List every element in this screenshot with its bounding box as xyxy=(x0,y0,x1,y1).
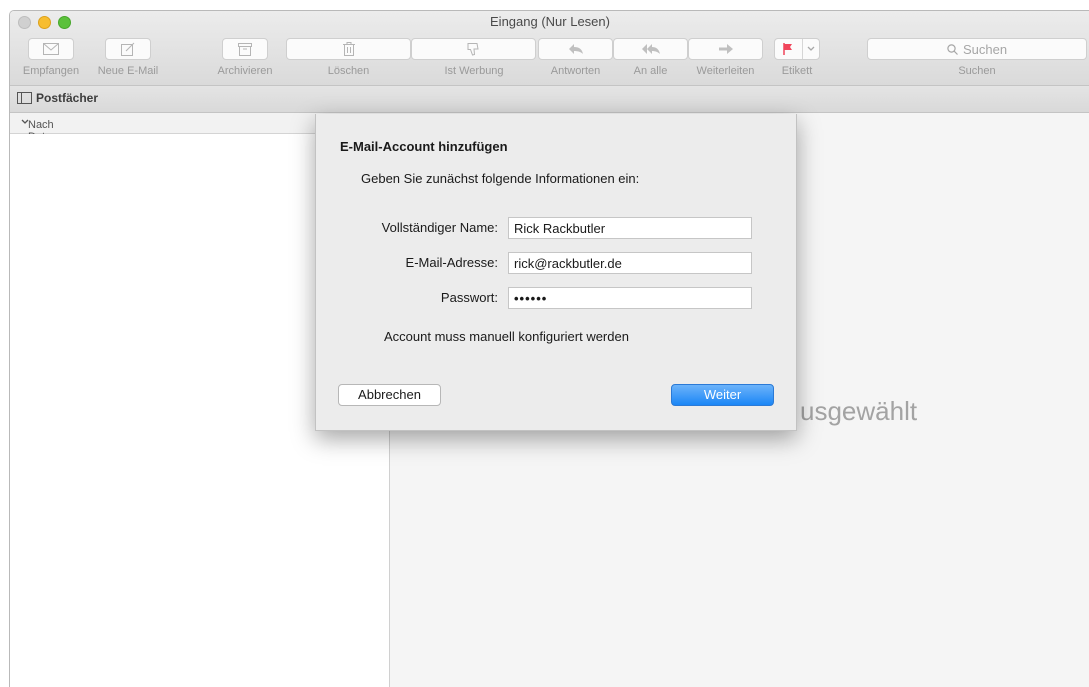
junk-label: Ist Werbung xyxy=(444,65,504,77)
mail-window: Eingang (Nur Lesen) Empfangen Neue E-Mai… xyxy=(9,10,1089,687)
thumbs-down-icon xyxy=(467,42,479,56)
search-placeholder: Suchen xyxy=(962,41,1008,57)
archive-label: Archivieren xyxy=(217,65,273,77)
delete-button[interactable] xyxy=(286,38,411,60)
sort-menu-button[interactable]: Nach Datum sortieren xyxy=(19,116,71,155)
favorites-bar: Postfächer xyxy=(10,86,1089,113)
full-name-field[interactable]: Rick Rackbutler xyxy=(508,217,752,239)
delete-label: Löschen xyxy=(327,65,370,77)
dialog-subtitle: Geben Sie zunächst folgende Informatione… xyxy=(361,171,640,186)
toolbar: Eingang (Nur Lesen) Empfangen Neue E-Mai… xyxy=(10,11,1089,86)
reply-all-icon xyxy=(641,44,660,54)
password-field[interactable]: •••••• xyxy=(508,287,752,309)
archive-button[interactable] xyxy=(222,38,268,60)
flag-icon xyxy=(783,43,792,55)
next-button[interactable]: Weiter xyxy=(671,384,774,406)
envelope-icon xyxy=(43,43,59,55)
receive-button[interactable] xyxy=(28,38,74,60)
junk-button[interactable] xyxy=(411,38,536,60)
flag-button[interactable] xyxy=(774,38,820,60)
flag-label: Etikett xyxy=(781,65,813,77)
manual-config-note: Account muss manuell konfiguriert werden xyxy=(384,329,629,344)
new-mail-button[interactable] xyxy=(105,38,151,60)
password-label: Passwort: xyxy=(440,290,498,305)
no-selection-text: usgewählt xyxy=(800,396,918,426)
full-name-label: Vollständiger Name: xyxy=(381,220,498,235)
search-icon xyxy=(947,43,958,55)
cancel-button[interactable]: Abbrechen xyxy=(338,384,441,406)
dialog-title: E-Mail-Account hinzufügen xyxy=(340,139,508,154)
search-label: Suchen xyxy=(958,65,996,77)
reply-all-button[interactable] xyxy=(613,38,688,60)
sidebar-icon xyxy=(17,92,32,104)
email-field[interactable]: rick@rackbutler.de xyxy=(508,252,752,274)
reply-button[interactable] xyxy=(538,38,613,60)
mailboxes-label: Postfächer xyxy=(36,91,99,105)
forward-button[interactable] xyxy=(688,38,763,60)
trash-icon xyxy=(342,42,355,56)
reply-all-label: An alle xyxy=(633,65,668,77)
search-input[interactable]: Suchen xyxy=(867,38,1087,60)
receive-label: Empfangen xyxy=(22,65,80,77)
compose-icon xyxy=(121,42,135,56)
reply-arrow-icon xyxy=(568,44,583,54)
mailboxes-button[interactable]: Postfächer xyxy=(17,91,98,105)
reply-label: Antworten xyxy=(550,65,601,77)
chevron-down-icon[interactable] xyxy=(807,46,815,52)
email-label: E-Mail-Adresse: xyxy=(405,255,498,270)
forward-arrow-icon xyxy=(718,44,733,54)
window-title: Eingang (Nur Lesen) xyxy=(490,14,610,29)
add-account-sheet: E-Mail-Account hinzufügen Geben Sie zunä… xyxy=(315,114,797,431)
archive-box-icon xyxy=(238,42,252,56)
forward-label: Weiterleiten xyxy=(696,65,755,77)
new-mail-label: Neue E-Mail xyxy=(97,65,159,77)
